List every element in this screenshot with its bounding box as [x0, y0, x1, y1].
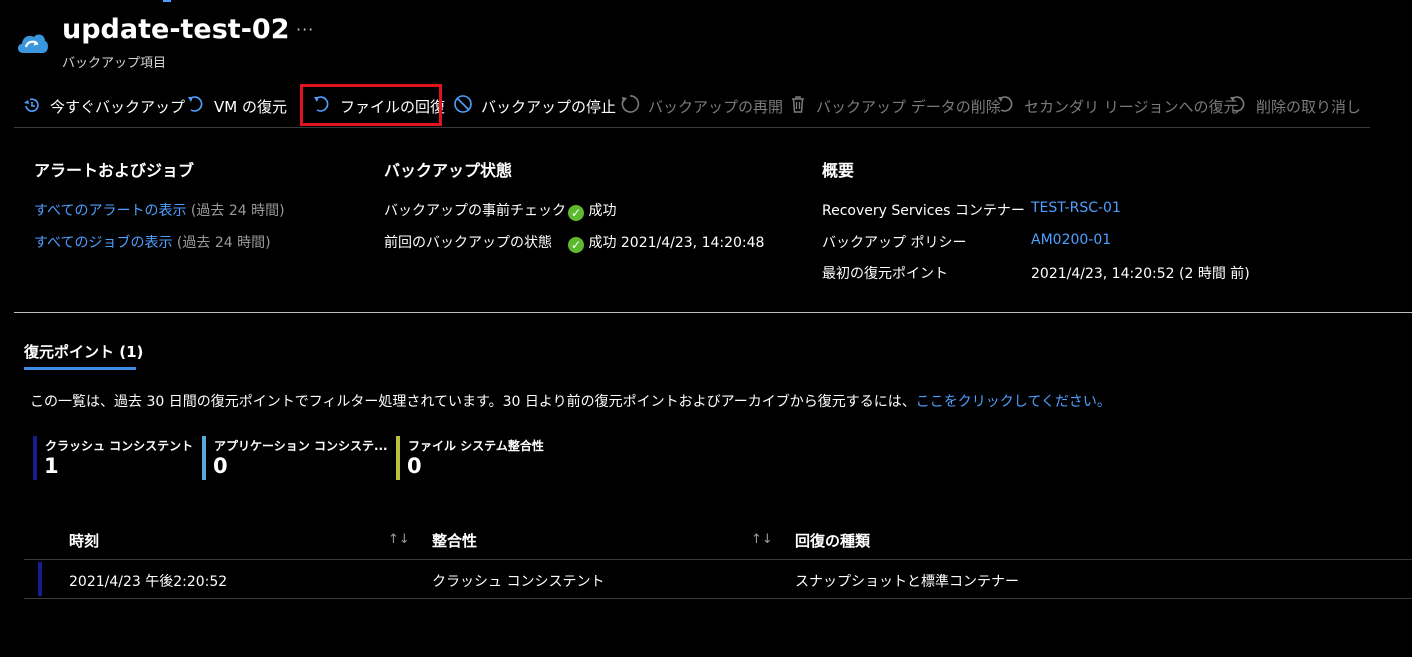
tab-underline: [24, 367, 136, 370]
cell-time[interactable]: 2021/4/23 午後2:20:52: [69, 571, 227, 591]
stat-label: クラッシュ コンシステント: [45, 439, 194, 453]
table-header-divider: [24, 559, 1412, 560]
cell-consistency: クラッシュ コンシステント: [432, 574, 605, 590]
jobs-range: (過去 24 時間): [176, 235, 271, 251]
last-backup-label: 前回のバックアップの状態: [384, 235, 552, 251]
first-restore-label: 最初の復元ポイント: [822, 266, 948, 282]
secondary-region-restore-button[interactable]: セカンダリ リージョンへの復元: [996, 86, 1238, 126]
column-header-consistency[interactable]: 整合性: [432, 530, 477, 551]
view-all-alerts-link[interactable]: すべてのアラートの表示: [34, 203, 186, 219]
column-header-recovery-type[interactable]: 回復の種類: [795, 530, 870, 551]
policy-label: バックアップ ポリシー: [822, 235, 967, 251]
stat-bar: [396, 436, 400, 480]
resume-backup-button[interactable]: バックアップの再開: [620, 86, 783, 126]
alerts-range: (過去 24 時間): [190, 203, 285, 219]
restore-vm-button[interactable]: VM の復元: [186, 86, 287, 126]
top-accent: [163, 0, 171, 2]
sort-icon[interactable]: ↑↓: [388, 532, 410, 547]
table-row-divider: [24, 598, 1412, 599]
restore-icon: [996, 94, 1016, 118]
precheck-value: 成功: [588, 203, 617, 219]
more-button[interactable]: ···: [296, 20, 314, 39]
policy-link[interactable]: AM0200-01: [1031, 232, 1111, 248]
stat-bar: [33, 436, 37, 480]
success-check-icon: ✓: [568, 205, 584, 221]
first-restore-value: 2021/4/23, 14:20:52 (2 時間 前): [1031, 266, 1250, 282]
stat-bar: [202, 436, 206, 480]
tab-restore-points[interactable]: 復元ポイント (1): [24, 341, 143, 362]
section-divider: [14, 312, 1412, 313]
row-consistency-marker: [38, 562, 42, 596]
filter-notice: この一覧は、過去 30 日間の復元ポイントでフィルター処理されています。30 日…: [30, 391, 1111, 411]
cloud-backup-icon: [14, 26, 50, 62]
delete-backup-data-button[interactable]: バックアップ データの削除: [788, 86, 1001, 126]
highlight-box: [300, 84, 442, 126]
stat-label: ファイル システム整合性: [408, 439, 544, 453]
undo-icon: [1228, 94, 1248, 118]
backup-now-label: 今すぐバックアップ: [50, 97, 186, 116]
backup-now-icon: [22, 94, 42, 118]
backup-status-heading: バックアップ状態: [384, 161, 513, 180]
column-header-time[interactable]: 時刻: [69, 530, 99, 551]
stop-backup-button[interactable]: バックアップの停止: [453, 86, 616, 126]
stat-label: アプリケーション コンシステ...: [214, 439, 388, 453]
stop-backup-label: バックアップの停止: [481, 97, 617, 116]
cell-recovery-type: スナップショットと標準コンテナー: [795, 574, 1019, 590]
restore-vm-label: VM の復元: [214, 97, 287, 116]
undelete-label: 削除の取り消し: [1256, 97, 1362, 116]
click-here-link[interactable]: ここをクリックしてください。: [916, 394, 1111, 410]
page-title: update-test-02: [62, 14, 290, 45]
vault-link[interactable]: TEST-RSC-01: [1031, 200, 1121, 216]
secondary-region-restore-label: セカンダリ リージョンへの復元: [1024, 97, 1239, 116]
last-backup-value: 成功 2021/4/23, 14:20:48: [588, 235, 765, 251]
stat-value: 1: [44, 454, 59, 478]
undelete-button[interactable]: 削除の取り消し: [1228, 86, 1361, 126]
sort-icon[interactable]: ↑↓: [751, 532, 773, 547]
command-bar: 今すぐバックアップ VM の復元 ファイルの回復 バックアップの停止 バックアッ…: [0, 86, 1370, 126]
resume-icon: [620, 94, 640, 118]
alerts-jobs-heading: アラートおよびジョブ: [34, 161, 195, 180]
stat-value: 0: [213, 454, 228, 478]
resume-backup-label: バックアップの再開: [648, 97, 784, 116]
backup-now-button[interactable]: 今すぐバックアップ: [22, 86, 185, 126]
filter-notice-text: この一覧は、過去 30 日間の復元ポイントでフィルター処理されています。30 日…: [30, 394, 916, 410]
delete-backup-data-label: バックアップ データの削除: [816, 97, 1001, 116]
restore-icon: [186, 94, 206, 118]
toolbar-divider: [14, 127, 1370, 128]
trash-icon: [788, 94, 808, 118]
stat-value: 0: [407, 454, 422, 478]
view-all-jobs-link[interactable]: すべてのジョブの表示: [34, 235, 172, 251]
precheck-label: バックアップの事前チェック: [384, 203, 566, 219]
success-check-icon: ✓: [568, 237, 584, 253]
page-subtitle: バックアップ項目: [62, 56, 167, 71]
vault-label: Recovery Services コンテナー: [822, 203, 1025, 219]
stop-icon: [453, 94, 473, 118]
overview-heading: 概要: [822, 161, 855, 180]
